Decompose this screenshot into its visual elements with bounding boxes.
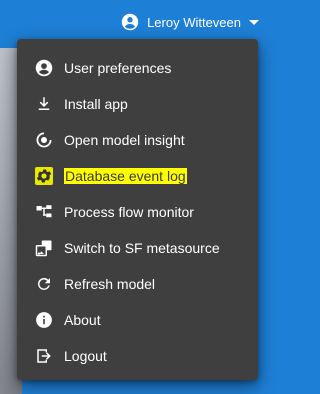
user-menu-button[interactable]: Leroy Witteveen	[121, 0, 259, 44]
menu-item-refresh-model[interactable]: Refresh model	[17, 266, 258, 302]
refresh-icon	[35, 275, 53, 293]
menu-item-process-flow-monitor[interactable]: Process flow monitor	[17, 194, 258, 230]
menu-item-label: Logout	[64, 348, 107, 364]
account-circle-icon	[121, 13, 139, 31]
menu-item-logout[interactable]: Logout	[17, 338, 258, 374]
menu-item-label: Process flow monitor	[64, 204, 194, 220]
info-icon	[35, 311, 53, 329]
menu-item-label: Open model insight	[64, 132, 185, 148]
menu-item-open-model-insight[interactable]: Open model insight	[17, 122, 258, 158]
menu-item-label: Refresh model	[64, 276, 156, 292]
menu-item-about[interactable]: About	[17, 302, 258, 338]
user-dropdown-menu: User preferences Install app Open model …	[17, 39, 258, 380]
gear-icon	[35, 167, 53, 185]
user-name: Leroy Witteveen	[147, 14, 241, 30]
menu-item-label: About	[64, 312, 101, 328]
menu-item-label: Switch to SF metasource	[64, 240, 220, 256]
menu-item-database-event-log[interactable]: Database event log	[17, 158, 258, 194]
menu-item-switch-metasource[interactable]: Switch to SF metasource	[17, 230, 258, 266]
menu-item-label: User preferences	[64, 60, 172, 76]
menu-item-label: Database event log	[64, 168, 187, 184]
menu-item-install-app[interactable]: Install app	[17, 86, 258, 122]
logout-icon	[35, 347, 53, 365]
process-flow-icon	[35, 203, 53, 221]
chevron-down-icon	[249, 17, 259, 27]
insight-icon	[35, 131, 53, 149]
account-circle-icon	[35, 59, 53, 77]
menu-item-label: Install app	[64, 96, 128, 112]
switch-source-icon	[35, 239, 53, 257]
menu-item-user-preferences[interactable]: User preferences	[17, 50, 258, 86]
download-icon	[35, 95, 53, 113]
